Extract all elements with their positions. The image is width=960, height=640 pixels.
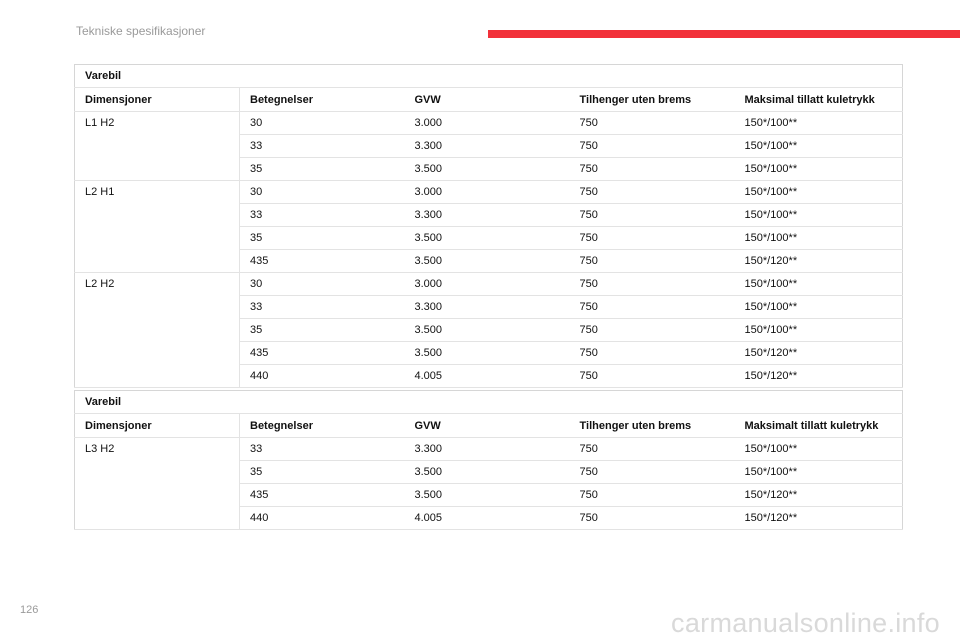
table-cell: 750	[569, 295, 735, 319]
column-header: Betegnelser	[239, 87, 405, 112]
table-cell: 150*/100**	[734, 437, 903, 461]
table-cell: 440	[239, 364, 405, 388]
table-cell: 33	[239, 295, 405, 319]
table-caption-row: Varebil	[74, 64, 903, 88]
watermark: carmanualsonline.info	[671, 608, 940, 638]
table-cell: 750	[569, 249, 735, 273]
table-cell: 150*/120**	[734, 364, 903, 388]
dimension-cell: L2 H1	[74, 180, 240, 273]
table-cell: 150*/100**	[734, 180, 903, 204]
page-header-title: Tekniske spesifikasjoner	[76, 24, 206, 38]
table-cell: 33	[239, 203, 405, 227]
table-caption: Varebil	[74, 390, 903, 414]
table-cell: 4.005	[404, 364, 570, 388]
table-cell: 3.500	[404, 341, 570, 365]
column-header: Tilhenger uten brems	[569, 87, 735, 112]
table-cell: 440	[239, 506, 405, 530]
table-cell: 150*/100**	[734, 134, 903, 158]
table-cell: 150*/100**	[734, 295, 903, 319]
table-cell: 35	[239, 226, 405, 250]
table-cell: 33	[239, 437, 405, 461]
table-row: L2 H2 30 3.000 750 150*/100**	[74, 272, 903, 388]
table-cell: 35	[239, 460, 405, 484]
table-cell: 435	[239, 483, 405, 507]
table-cell: 750	[569, 226, 735, 250]
table-row: L2 H1 30 3.000 750 150*/100**	[74, 180, 903, 273]
header-accent-bar	[488, 30, 960, 38]
table-cell: 3.500	[404, 483, 570, 507]
table-cell: 750	[569, 203, 735, 227]
spec-table-1: Varebil Dimensjoner Betegnelser GVW Tilhenge…	[74, 64, 904, 388]
table-cell: 3.300	[404, 437, 570, 461]
table-header-row: Dimensjoner Betegnelser GVW Tilhenger uten …	[74, 87, 903, 112]
column-header: GVW	[404, 87, 570, 112]
column-header: Dimensjoner	[74, 413, 240, 438]
table-cell: 750	[569, 272, 735, 296]
table-cell: 750	[569, 506, 735, 530]
table-cell: 30	[239, 272, 405, 296]
table-cell: 33	[239, 134, 405, 158]
spec-table-2: Varebil Dimensjoner Betegnelser GVW Tilhenge…	[74, 390, 904, 530]
table-cell: 3.000	[404, 180, 570, 204]
column-header: Maksimalt tillatt kuletrykk	[734, 413, 903, 438]
table-cell: 750	[569, 111, 735, 135]
table-cell: 3.500	[404, 226, 570, 250]
table-cell: 750	[569, 157, 735, 181]
table-row: L1 H2 30 3.000 750 150*/100**	[74, 111, 903, 181]
table-cell: 3.300	[404, 134, 570, 158]
dimension-cell: L2 H2	[74, 272, 240, 388]
table-caption-row: Varebil	[74, 390, 903, 414]
page-number: 126	[20, 604, 39, 616]
table-cell: 3.300	[404, 295, 570, 319]
table-cell: 30	[239, 180, 405, 204]
table-cell: 3.300	[404, 203, 570, 227]
table-cell: 3.500	[404, 249, 570, 273]
table-cell: 150*/120**	[734, 483, 903, 507]
table-cell: 750	[569, 180, 735, 204]
table-cell: 3.000	[404, 111, 570, 135]
table-cell: 150*/120**	[734, 506, 903, 530]
table-row: L3 H2 33 3.300 750 150*/100**	[74, 437, 903, 530]
column-header: Betegnelser	[239, 413, 405, 438]
table-cell: 30	[239, 111, 405, 135]
table-cell: 150*/100**	[734, 203, 903, 227]
column-header: Tilhenger uten brems	[569, 413, 735, 438]
table-cell: 3.000	[404, 272, 570, 296]
table-cell: 750	[569, 483, 735, 507]
table-cell: 150*/100**	[734, 226, 903, 250]
column-header: Dimensjoner	[74, 87, 240, 112]
column-header: GVW	[404, 413, 570, 438]
table-cell: 3.500	[404, 460, 570, 484]
table-cell: 750	[569, 460, 735, 484]
dimension-cell: L1 H2	[74, 111, 240, 181]
table-cell: 150*/120**	[734, 249, 903, 273]
table-cell: 750	[569, 364, 735, 388]
table-cell: 750	[569, 341, 735, 365]
table-caption: Varebil	[74, 64, 903, 88]
table-cell: 750	[569, 318, 735, 342]
table-header-row: Dimensjoner Betegnelser GVW Tilhenger uten …	[74, 413, 903, 438]
dimension-cell: L3 H2	[74, 437, 240, 530]
table-cell: 150*/100**	[734, 157, 903, 181]
table-cell: 3.500	[404, 318, 570, 342]
column-header: Maksimal tillatt kuletrykk	[734, 87, 903, 112]
table-cell: 750	[569, 134, 735, 158]
table-cell: 150*/120**	[734, 341, 903, 365]
table-cell: 150*/100**	[734, 318, 903, 342]
table-cell: 750	[569, 437, 735, 461]
table-cell: 150*/100**	[734, 111, 903, 135]
table-cell: 35	[239, 318, 405, 342]
table-cell: 4.005	[404, 506, 570, 530]
table-cell: 435	[239, 249, 405, 273]
table-cell: 435	[239, 341, 405, 365]
table-cell: 150*/100**	[734, 460, 903, 484]
table-cell: 35	[239, 157, 405, 181]
table-cell: 150*/100**	[734, 272, 903, 296]
table-cell: 3.500	[404, 157, 570, 181]
